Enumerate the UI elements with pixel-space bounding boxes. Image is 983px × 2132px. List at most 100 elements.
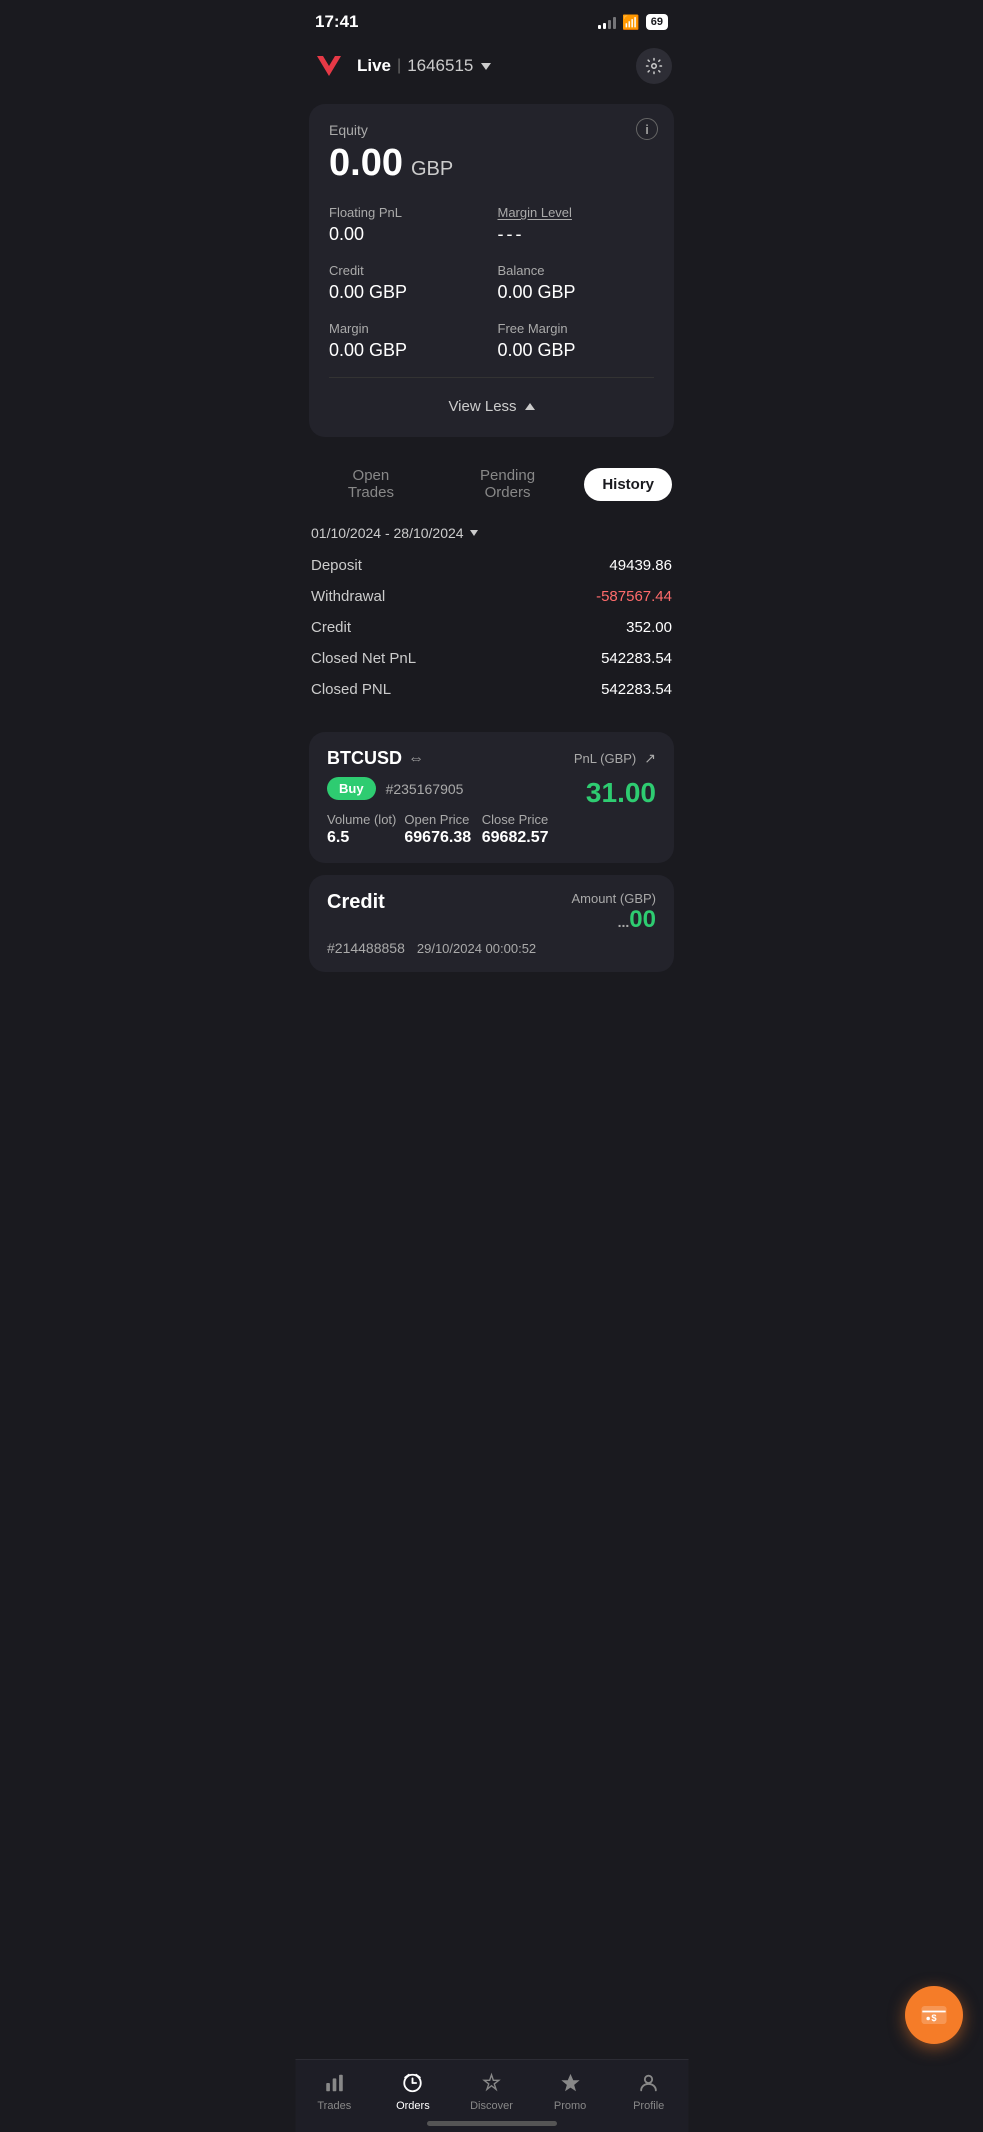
margin-label: Margin [329,321,486,336]
history-credit-label: Credit [311,619,351,636]
balance-label: Balance [498,263,655,278]
orders-label: Orders [396,2100,430,2112]
fab-button[interactable]: $ [905,1986,963,2044]
balance-value: 0.00 GBP [498,282,655,303]
pending-orders-tab[interactable]: Pending Orders [439,459,577,509]
credit-item: Credit 0.00 GBP [329,263,486,303]
settings-button[interactable] [636,48,672,84]
profile-label: Profile [633,2100,664,2112]
account-card: i Equity 0.00 GBP Floating PnL 0.00 Marg… [309,104,674,437]
deposit-value: 49439.86 [609,557,672,574]
trade-badges: Buy #235167905 [327,777,551,800]
balance-item: Balance 0.00 GBP [498,263,655,303]
battery-indicator: 69 [646,14,668,30]
margin-level-label: Margin Level [498,205,655,220]
nav-profile[interactable]: Profile [619,2070,679,2112]
floating-pnl-item: Floating PnL 0.00 [329,205,486,245]
equity-currency: GBP [411,158,453,181]
discover-label: Discover [470,2100,513,2112]
app-header: Live | 1646515 [295,40,688,96]
home-indicator [427,2121,557,2126]
trade-symbol: BTCUSD ⇔ [327,748,424,769]
date-range-picker[interactable]: 01/10/2024 - 28/10/2024 [311,525,672,541]
close-price-stat: Close Price 69682.57 [482,812,551,847]
trade-stats: Volume (lot) 6.5 Open Price 69676.38 Clo… [327,812,551,847]
free-margin-item: Free Margin 0.00 GBP [498,321,655,361]
trades-label: Trades [317,2100,351,2112]
withdrawal-row: Withdrawal -587567.44 [311,588,672,605]
account-number: 1646515 [407,56,473,76]
volume-stat: Volume (lot) 6.5 [327,812,396,847]
deposit-label: Deposit [311,557,362,574]
open-price-value: 69676.38 [404,829,473,847]
margin-level-value: --- [498,224,655,245]
margin-value: 0.00 GBP [329,340,486,361]
closed-net-pnl-row: Closed Net PnL 542283.54 [311,650,672,667]
withdrawal-label: Withdrawal [311,588,385,605]
equity-amount: 0.00 [329,142,403,185]
trade-card[interactable]: BTCUSD ⇔ PnL (GBP) ↗ Buy #235167905 Volu… [309,732,674,863]
credit-sub-info: #214488858 29/10/2024 00:00:52 [327,940,656,956]
credit-amount: ...00 [571,906,656,934]
credit-row: Credit 352.00 [311,619,672,636]
closed-pnl-value: 542283.54 [601,681,672,698]
trade-symbol-name: BTCUSD [327,748,402,769]
amount-label: Amount (GBP) [571,891,656,906]
share-icon[interactable]: ↗ [644,750,656,767]
header-left: Live | 1646515 [311,48,491,84]
pnl-label: PnL (GBP) [574,751,636,766]
trades-icon [321,2070,347,2096]
nav-trades[interactable]: Trades [304,2070,364,2112]
credit-card-header: Credit Amount (GBP) ...00 [327,891,656,934]
promo-icon [557,2070,583,2096]
nav-promo[interactable]: Promo [540,2070,600,2112]
divider: | [397,57,401,75]
history-tab[interactable]: History [584,468,672,501]
volume-value: 6.5 [327,829,396,847]
trade-card-header: BTCUSD ⇔ PnL (GBP) ↗ [327,748,656,769]
discover-icon [478,2070,504,2096]
equity-label: Equity [329,122,654,138]
closed-net-pnl-label: Closed Net PnL [311,650,416,667]
closed-pnl-row: Closed PNL 542283.54 [311,681,672,698]
floating-pnl-value: 0.00 [329,224,486,245]
credit-amount-section: Amount (GBP) ...00 [571,891,656,934]
volume-label: Volume (lot) [327,812,396,827]
info-icon[interactable]: i [636,118,658,140]
deposit-row: Deposit 49439.86 [311,557,672,574]
nav-discover[interactable]: Discover [461,2070,521,2112]
date-range-chevron-icon [470,530,478,536]
settings-icon [645,57,663,75]
equity-value: 0.00 GBP [329,142,654,185]
credit-entry-card[interactable]: Credit Amount (GBP) ...00 #214488858 29/… [309,875,674,972]
signal-icon [598,15,616,29]
closed-pnl-label: Closed PNL [311,681,391,698]
promo-label: Promo [554,2100,586,2112]
tabs-container: Open Trades Pending Orders History [295,445,688,519]
floating-pnl-label: Floating PnL [329,205,486,220]
pnl-section: PnL (GBP) ↗ [574,750,656,767]
chevron-up-icon [525,403,535,410]
profile-icon [636,2070,662,2096]
nav-orders[interactable]: Orders [383,2070,443,2112]
free-margin-value: 0.00 GBP [498,340,655,361]
credit-label: Credit [329,263,486,278]
open-trades-tab[interactable]: Open Trades [311,459,431,509]
account-chevron-icon [481,63,491,70]
margin-item: Margin 0.00 GBP [329,321,486,361]
order-number: #235167905 [386,781,464,797]
history-credit-value: 352.00 [626,619,672,636]
status-bar: 17:41 📶 69 [295,0,688,40]
app-logo [311,48,347,84]
wifi-icon: 📶 [622,14,639,31]
account-info[interactable]: Live | 1646515 [357,56,491,76]
history-section: 01/10/2024 - 28/10/2024 Deposit 49439.86… [295,519,688,718]
credit-id: #214488858 [327,940,405,956]
deposit-icon: $ [920,2001,948,2029]
status-icons: 📶 69 [598,14,668,31]
view-less-button[interactable]: View Less [329,394,654,419]
closed-net-pnl-value: 542283.54 [601,650,672,667]
open-price-label: Open Price [404,812,473,827]
pnl-value: 31.00 [586,777,656,809]
close-price-value: 69682.57 [482,829,551,847]
